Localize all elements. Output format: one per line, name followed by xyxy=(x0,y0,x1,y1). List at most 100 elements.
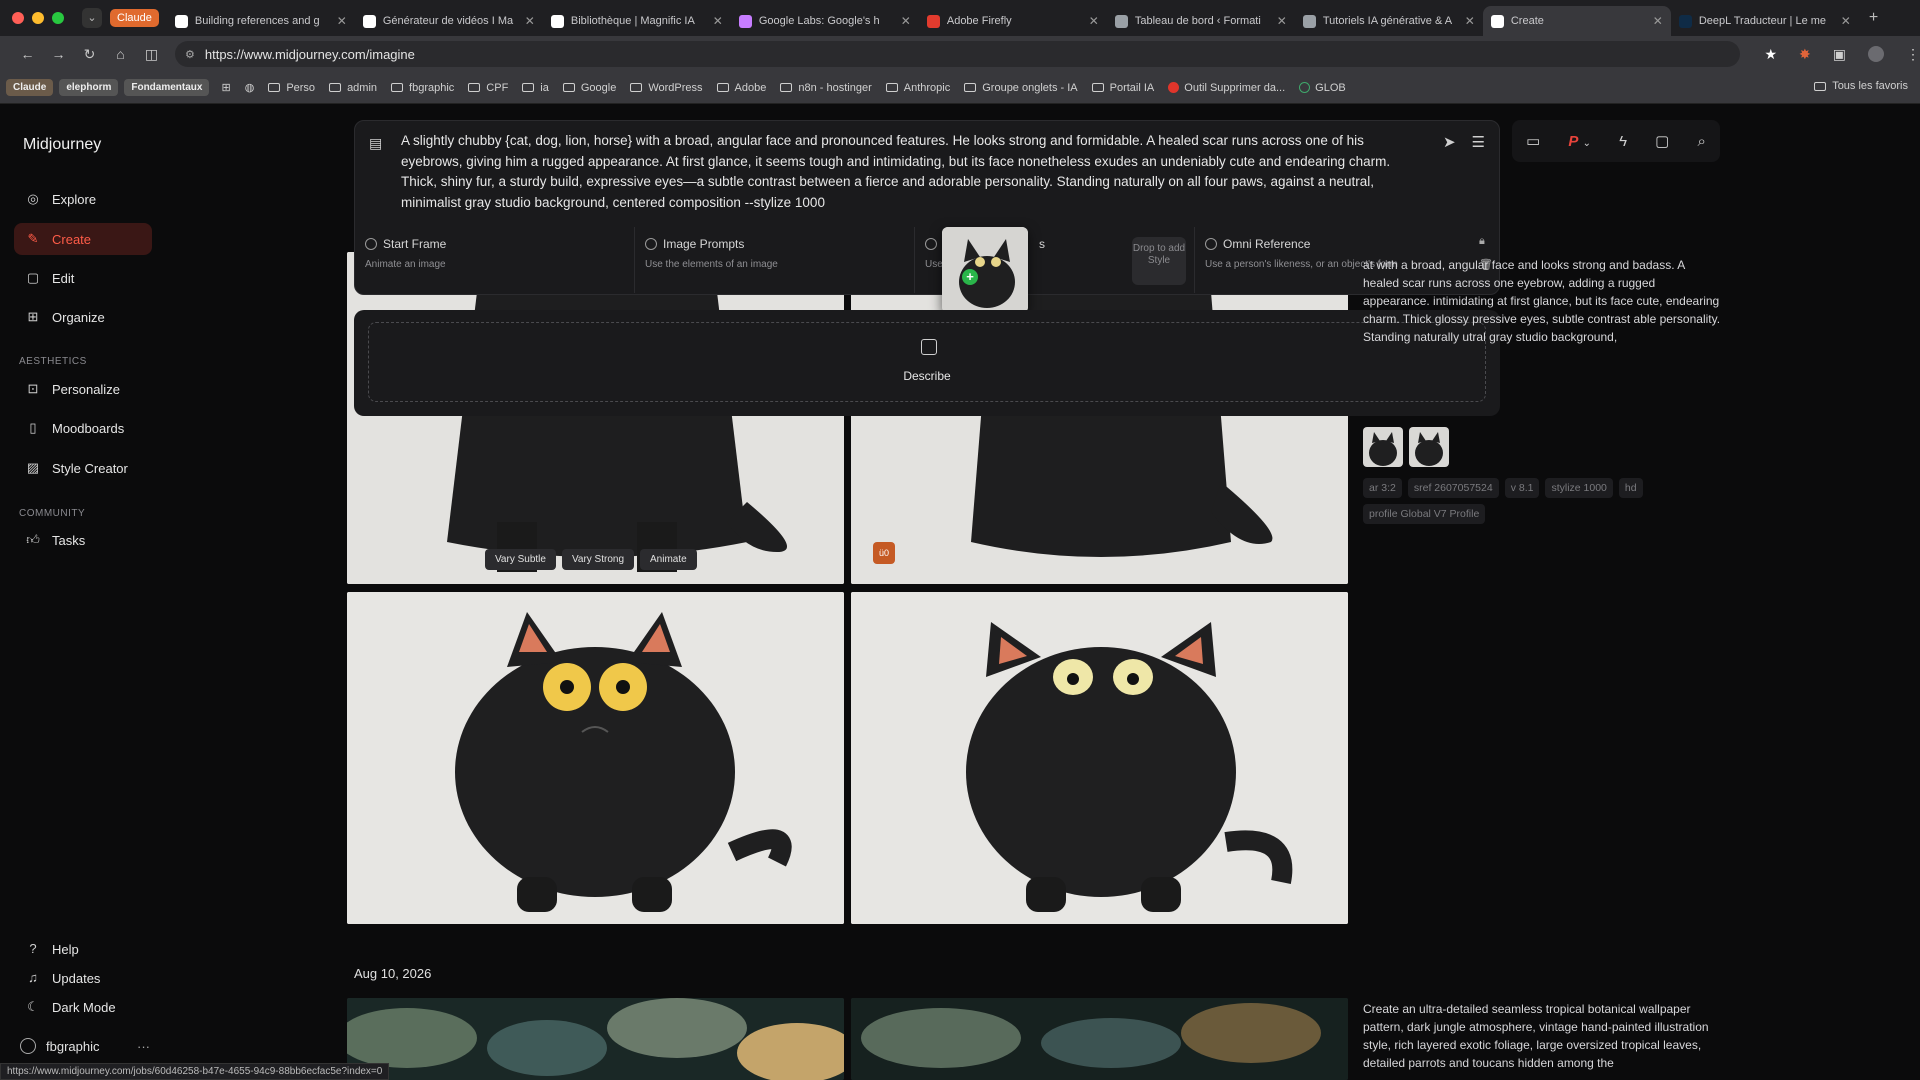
style-drop-zone[interactable]: Drop to add Style xyxy=(1132,237,1186,285)
generated-image-4[interactable] xyxy=(851,592,1348,924)
sidebar-item-create[interactable]: ✎ Create xyxy=(14,223,152,255)
ref-thumb[interactable] xyxy=(1409,427,1449,467)
bookmark-star-icon[interactable]: ★ xyxy=(1764,46,1777,63)
sidebar-item-moodboards[interactable]: ▯ Moodboards xyxy=(14,412,152,444)
bookmark-folder[interactable]: admin xyxy=(329,82,377,94)
sidebar-item-explore[interactable]: ◎ Explore xyxy=(14,183,152,215)
forward-icon[interactable]: → xyxy=(43,46,74,62)
url-field[interactable]: ⚙ https://www.midjourney.com/imagine xyxy=(175,41,1741,67)
bookmark-chip[interactable]: elephorm xyxy=(59,79,119,96)
search-icon[interactable]: ⌕ xyxy=(1697,133,1705,150)
param-tag[interactable]: v 8.1 xyxy=(1504,478,1540,498)
maximize-window-button[interactable] xyxy=(52,12,64,24)
browser-tab[interactable]: Create ✕ xyxy=(1482,6,1671,36)
bookmark-link[interactable]: Outil Supprimer da... xyxy=(1168,82,1285,94)
close-tab-icon[interactable]: ✕ xyxy=(1089,14,1099,28)
vary-subtle-button[interactable]: Vary Subtle xyxy=(485,549,556,570)
close-tab-icon[interactable]: ✕ xyxy=(525,14,535,28)
bookmark-folder[interactable]: n8n - hostinger xyxy=(780,82,872,94)
back-icon[interactable]: ← xyxy=(12,46,43,62)
minimize-window-button[interactable] xyxy=(32,12,44,24)
bookmark-folder[interactable]: Anthropic xyxy=(885,82,950,94)
close-tab-icon[interactable]: ✕ xyxy=(713,14,723,28)
browser-tab[interactable]: Générateur de vidéos I Ma ✕ xyxy=(355,6,543,36)
tab-search-dropdown[interactable]: ⌄ xyxy=(82,8,102,28)
close-tab-icon[interactable]: ✕ xyxy=(1465,14,1475,28)
browser-tab[interactable]: Tableau de bord ‹ Formati ✕ xyxy=(1107,6,1295,36)
close-tab-icon[interactable]: ✕ xyxy=(901,14,911,28)
generated-image-1[interactable] xyxy=(347,252,844,584)
bookmark-folder[interactable]: fbgraphic xyxy=(391,82,454,94)
dragged-image-thumbnail[interactable]: + xyxy=(942,227,1028,313)
sidebar-item-updates[interactable]: ♫ Updates xyxy=(14,962,152,994)
browser-tab[interactable]: Bibliothèque | Magnific IA ✕ xyxy=(543,6,731,36)
site-info-icon[interactable]: ⚙ xyxy=(185,48,195,61)
generated-image-5[interactable] xyxy=(347,998,844,1080)
bookmark-folder[interactable]: Groupe onglets - IA xyxy=(964,82,1078,94)
browser-menu-icon[interactable]: ⋮ xyxy=(1906,46,1920,63)
globe-icon[interactable]: ◍ xyxy=(245,81,255,94)
bookmark-link[interactable]: GLOB xyxy=(1299,82,1346,94)
close-window-button[interactable] xyxy=(12,12,24,24)
lock-icon[interactable]: 🔒︎ xyxy=(1479,235,1493,248)
param-tag[interactable]: profile Global V7 Profile xyxy=(1363,504,1486,524)
profile-chip[interactable]: P ⌄ xyxy=(1568,133,1591,150)
image-badge[interactable]: ü0 xyxy=(873,542,895,564)
profile-avatar[interactable] xyxy=(1868,46,1884,62)
generated-image-2[interactable] xyxy=(851,252,1348,584)
ref-thumb[interactable] xyxy=(1363,427,1403,467)
bookmark-chip[interactable]: Fondamentaux xyxy=(124,79,210,96)
param-tag[interactable]: stylize 1000 xyxy=(1545,478,1613,498)
sidebar-item-style-creator[interactable]: ▨ Style Creator xyxy=(14,452,152,484)
close-tab-icon[interactable]: ✕ xyxy=(337,14,347,28)
new-tab-button[interactable]: + xyxy=(1869,9,1878,27)
browser-tab[interactable]: Adobe Firefly ✕ xyxy=(919,6,1107,36)
animate-button[interactable]: Animate xyxy=(640,549,697,570)
ref-image-prompts[interactable]: Image Prompts Use the elements of an ima… xyxy=(635,227,915,293)
user-account[interactable]: fbgraphic ··· xyxy=(20,1034,150,1058)
image-upload-icon[interactable]: ▤ xyxy=(369,135,382,152)
bookmark-folder[interactable]: CPF xyxy=(468,82,508,94)
sidebar-item-dark-mode[interactable]: ☾ Dark Mode xyxy=(14,991,152,1023)
apps-grid-icon[interactable]: ⊞ xyxy=(221,81,230,94)
sidebar-item-personalize[interactable]: ⊡ Personalize xyxy=(14,373,152,405)
describe-drop-zone[interactable]: Describe xyxy=(368,322,1486,402)
browser-tab[interactable]: Google Labs: Google's h ✕ xyxy=(731,6,919,36)
brand-logo[interactable]: Midjourney xyxy=(23,136,101,154)
close-tab-icon[interactable]: ✕ xyxy=(1653,14,1663,28)
bookmark-chip[interactable]: Claude xyxy=(6,79,54,96)
param-tag[interactable]: sref 2607057524 xyxy=(1407,478,1499,498)
prompt-input[interactable]: A slightly chubby {cat, dog, lion, horse… xyxy=(401,131,1411,213)
generated-image-6[interactable] xyxy=(851,998,1348,1080)
close-tab-icon[interactable]: ✕ xyxy=(1277,14,1287,28)
param-tag[interactable]: ar 3:2 xyxy=(1363,478,1402,498)
bookmark-folder[interactable]: ia xyxy=(522,82,549,94)
extensions-puzzle-icon[interactable]: ▣ xyxy=(1833,46,1846,63)
tab-group-claude[interactable]: Claude xyxy=(110,9,159,27)
browser-tab[interactable]: Tutoriels IA générative & A ✕ xyxy=(1295,6,1483,36)
reload-icon[interactable]: ↻ xyxy=(74,46,105,63)
sidebar-item-help[interactable]: ? Help xyxy=(14,933,152,965)
vary-strong-button[interactable]: Vary Strong xyxy=(561,549,635,570)
bookmark-folder[interactable]: Adobe xyxy=(716,82,766,94)
split-view-icon[interactable]: ◫ xyxy=(136,46,167,63)
bookmark-folder[interactable]: Portail IA xyxy=(1091,82,1154,94)
more-icon[interactable]: ··· xyxy=(137,1039,150,1054)
browser-tab[interactable]: Building references and g ✕ xyxy=(167,6,355,36)
home-icon[interactable]: ⌂ xyxy=(105,46,136,62)
speed-bolt-icon[interactable]: ϟ xyxy=(1619,133,1627,150)
settings-sliders-icon[interactable]: ☰ xyxy=(1472,133,1485,151)
sidebar-item-organize[interactable]: ⊞ Organize xyxy=(14,301,152,333)
generated-image-3[interactable] xyxy=(347,592,844,924)
sidebar-item-tasks[interactable]: 👍︎ Tasks xyxy=(14,524,152,556)
send-icon[interactable]: ➤ xyxy=(1443,133,1456,151)
sidebar-item-edit[interactable]: ▢ Edit xyxy=(14,262,152,294)
chat-icon[interactable]: ▢ xyxy=(1655,132,1669,150)
ref-start-frame[interactable]: Start Frame Animate an image xyxy=(355,227,635,293)
all-bookmarks[interactable]: Tous les favoris xyxy=(1814,80,1908,92)
bookmark-folder[interactable]: Google xyxy=(562,82,616,94)
browser-tab[interactable]: DeepL Traducteur | Le me ✕ xyxy=(1671,6,1859,36)
bookmark-folder[interactable]: Perso xyxy=(268,82,315,94)
extension-icon[interactable]: ✸ xyxy=(1799,46,1811,63)
bookmark-folder[interactable]: WordPress xyxy=(630,82,703,94)
